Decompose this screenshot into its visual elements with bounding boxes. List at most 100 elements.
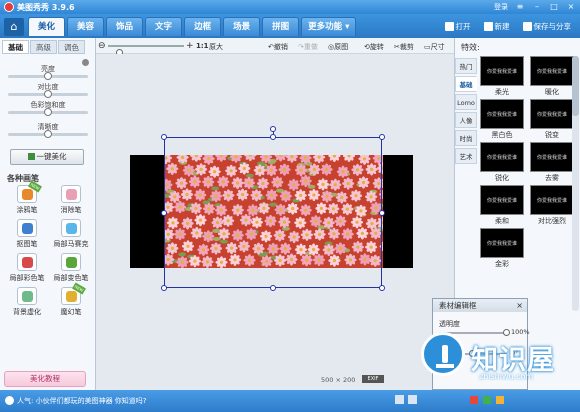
crop-label: 裁剪 xyxy=(399,43,414,51)
one-click-beautify-button[interactable]: 一键美化 xyxy=(10,149,84,165)
weibo-icon[interactable] xyxy=(470,396,478,404)
tool-graffiti-pen[interactable]: NEW 涂鸦笔 xyxy=(7,180,47,217)
login-link[interactable]: 登录 xyxy=(494,2,508,12)
effect-dehaze[interactable]: 你爱我我爱谁 去雾 xyxy=(530,142,574,183)
effect-warm[interactable]: 你爱我我爱谁 暖化 xyxy=(530,56,574,97)
tab-more-features[interactable]: 更多功能 ▾ xyxy=(301,17,357,36)
zoom-in-icon[interactable]: + xyxy=(186,41,194,51)
handle-top-left[interactable] xyxy=(161,134,167,140)
rotate-label: 旋转 xyxy=(439,342,453,350)
reset-label: 原图 xyxy=(334,43,349,51)
new-button[interactable]: 新建 xyxy=(479,19,515,34)
effect-soft-light[interactable]: 你爱我我爱谁 柔光 xyxy=(480,56,524,97)
crop-button[interactable]: ✂裁剪 xyxy=(394,42,414,52)
new-label: 新建 xyxy=(494,22,510,31)
rotate-knob[interactable] xyxy=(469,350,476,357)
handle-top[interactable] xyxy=(270,134,276,140)
category-basic[interactable]: 基础 xyxy=(455,76,477,92)
reset-original-button[interactable]: ◎原图 xyxy=(328,42,348,52)
tab-border[interactable]: 边框 xyxy=(184,17,222,36)
zoom-slider[interactable] xyxy=(108,45,184,56)
tool-label: 抠图笔 xyxy=(16,240,38,248)
save-share-button[interactable]: 保存与分享 xyxy=(518,19,577,34)
sharpness-knob[interactable] xyxy=(44,130,52,138)
tool-background-blur[interactable]: 背景虚化 xyxy=(7,287,47,319)
brightness-track[interactable] xyxy=(8,72,88,80)
tool-recolor-pen[interactable]: 局部变色笔 xyxy=(51,253,91,285)
tab-beautify[interactable]: 美化 xyxy=(28,17,66,36)
tool-cutout-pen[interactable]: 抠图笔 xyxy=(7,219,47,251)
exif-button[interactable]: EXIF xyxy=(362,375,384,383)
effect-sharpen[interactable]: 你爱我我爱谁 锐化 xyxy=(480,142,524,183)
tool-eraser-pen[interactable]: 消除笔 xyxy=(51,185,91,217)
selection-frame[interactable] xyxy=(164,137,382,288)
zoom-ratio[interactable]: 1:1 xyxy=(196,42,209,50)
effect-black-white[interactable]: 你爱我我爱谁 黑白色 xyxy=(480,99,524,140)
wechat-icon[interactable] xyxy=(483,396,491,404)
effect-label: 金彩 xyxy=(495,260,509,268)
tab-scene[interactable]: 场景 xyxy=(223,17,261,36)
original-size-button[interactable]: 原大 xyxy=(209,42,223,52)
handle-bottom[interactable] xyxy=(270,285,276,291)
saturation-track[interactable] xyxy=(8,108,88,116)
effect-categories: 热门 基础 Lomo 人像 时尚 艺术 xyxy=(455,58,477,166)
handle-right[interactable] xyxy=(379,210,385,216)
effects-scrollbar[interactable] xyxy=(572,56,579,311)
tab-beauty[interactable]: 美容 xyxy=(67,17,105,36)
tab-collage[interactable]: 拼图 xyxy=(262,17,300,36)
dialog-header[interactable]: 素材编辑框 × xyxy=(433,299,527,312)
zoom-out-icon[interactable]: ⊖ xyxy=(98,41,106,51)
redo-button[interactable]: ↷重做 xyxy=(298,42,318,52)
app-title: 美图秀秀 3.9.6 xyxy=(17,3,75,12)
sharpness-track[interactable] xyxy=(8,130,88,138)
undo-button[interactable]: ↶撤销 xyxy=(268,42,288,52)
contrast-knob[interactable] xyxy=(44,90,52,98)
beautify-tutorial-button[interactable]: 美化教程 xyxy=(4,371,86,387)
category-hot[interactable]: 热门 xyxy=(455,58,477,74)
tool-mosaic[interactable]: 局部马赛克 xyxy=(51,219,91,251)
saturation-knob[interactable] xyxy=(44,108,52,116)
subtab-basic[interactable]: 基础 xyxy=(2,40,29,54)
dialog-close-icon[interactable]: × xyxy=(516,299,523,312)
category-art[interactable]: 艺术 xyxy=(455,148,477,164)
brightness-knob[interactable] xyxy=(44,72,52,80)
rotate-button[interactable]: ⟲旋转 xyxy=(364,42,384,52)
tab-text[interactable]: 文字 xyxy=(145,17,183,36)
effect-sharp-change[interactable]: 你爱我我爱谁 锐变 xyxy=(530,99,574,140)
scrollbar-thumb[interactable] xyxy=(572,56,579,116)
minimize-button[interactable]: – xyxy=(532,2,542,12)
qzone-icon[interactable] xyxy=(496,396,504,404)
maximize-button[interactable]: □ xyxy=(549,2,559,12)
effect-gold[interactable]: 你爱我我爱谁 金彩 xyxy=(480,228,524,269)
grid-icon[interactable] xyxy=(395,395,404,404)
home-icon[interactable]: ⌂ xyxy=(4,18,24,36)
menu-icon[interactable]: ≡ xyxy=(515,2,525,12)
subtab-advanced[interactable]: 高级 xyxy=(30,40,57,54)
open-button[interactable]: 打开 xyxy=(440,19,476,34)
handle-top-right[interactable] xyxy=(379,134,385,140)
effect-high-contrast[interactable]: 你爱我我爱谁 对比强烈 xyxy=(530,185,574,226)
compare-icon[interactable] xyxy=(408,395,417,404)
category-fashion[interactable]: 时尚 xyxy=(455,130,477,146)
handle-bottom-left[interactable] xyxy=(161,285,167,291)
status-message[interactable]: 人气: 小伙伴们都玩的美图神器 你知道吗? xyxy=(17,396,147,406)
opacity-slider[interactable] xyxy=(439,332,507,334)
handle-bottom-right[interactable] xyxy=(379,285,385,291)
tool-color-pen[interactable]: 局部彩色笔 xyxy=(7,253,47,285)
effect-label: 锐化 xyxy=(495,174,509,182)
category-lomo[interactable]: Lomo xyxy=(455,94,477,110)
subtab-color[interactable]: 调色 xyxy=(58,40,85,54)
handle-left[interactable] xyxy=(161,210,167,216)
resize-button[interactable]: ▭尺寸 xyxy=(424,42,445,52)
tab-list: 美化 美容 饰品 文字 边框 场景 拼图 更多功能 ▾ xyxy=(28,17,357,36)
close-button[interactable]: × xyxy=(566,2,576,12)
tool-magic-pen[interactable]: NEW 魔幻笔 xyxy=(51,282,91,319)
contrast-track[interactable] xyxy=(8,90,88,98)
opacity-knob[interactable] xyxy=(503,329,510,336)
image-size-label: 500 × 200 xyxy=(321,376,356,384)
dialog-title: 素材编辑框 xyxy=(439,301,477,310)
tab-accessories[interactable]: 饰品 xyxy=(106,17,144,36)
rotate-handle[interactable] xyxy=(270,126,276,132)
category-portrait[interactable]: 人像 xyxy=(455,112,477,128)
effect-soft[interactable]: 你爱我我爱谁 柔和 xyxy=(480,185,524,226)
